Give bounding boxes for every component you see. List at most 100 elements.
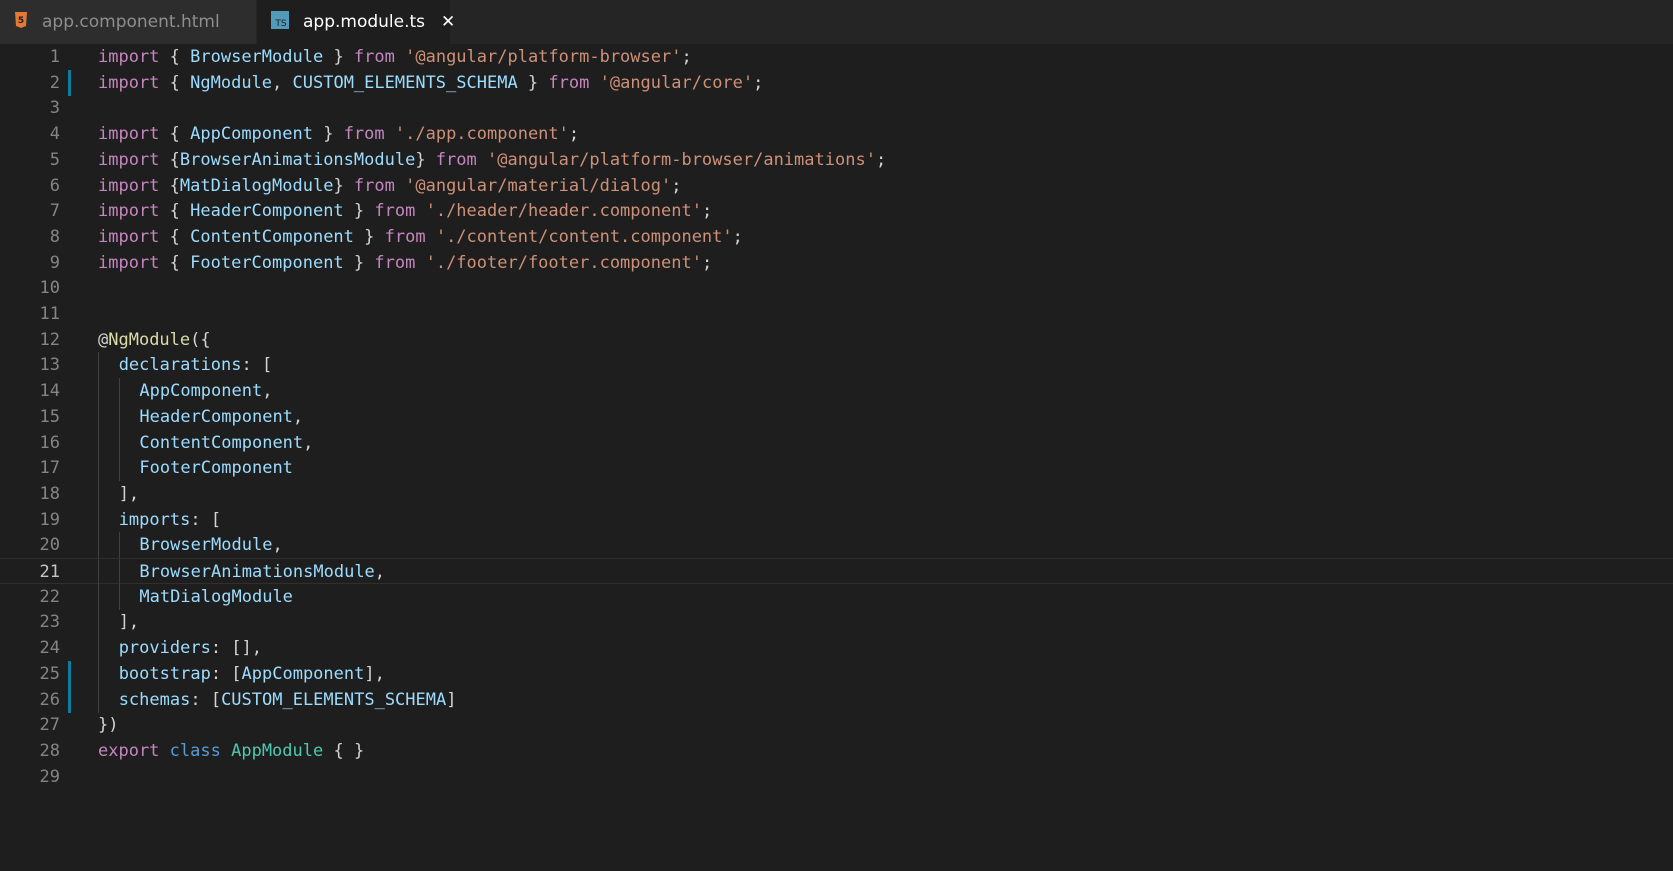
code-token: FooterComponent [139,458,293,479]
code-text[interactable]: providers: [], [119,635,262,661]
indent-guide [118,455,120,482]
code-line-17[interactable]: 17 FooterComponent [0,455,1673,482]
code-line-28[interactable]: 28 export class AppModule { } [0,738,1673,764]
code-line-4[interactable]: 4 import { AppComponent } from './app.com… [0,121,1673,147]
code-token: AppComponent [190,124,313,145]
code-token: ; [681,47,692,67]
code-text[interactable]: import { FooterComponent } from './foote… [98,250,712,276]
code-line-7[interactable]: 7 import { HeaderComponent } from './head… [0,198,1673,224]
code-line-27[interactable]: 27}) [0,712,1673,738]
code-line-23[interactable]: 23], [0,609,1673,636]
code-text[interactable]: ], [119,609,139,635]
code-token: from [353,47,395,67]
code-line-22[interactable]: 22 MatDialogModule [0,583,1673,610]
code-line-16[interactable]: 16 ContentComponent, [0,429,1673,456]
code-line-14[interactable]: 14 AppComponent, [0,378,1673,405]
code-line-5[interactable]: 5 import {BrowserAnimationsModule} from '… [0,147,1673,173]
code-text[interactable]: ContentComponent, [139,430,313,456]
code-editor[interactable]: 5 app.component.html TS app.module.ts ✕ … [0,0,1673,871]
indent-guide [98,532,99,559]
code-line-13[interactable]: 13 declarations: [ [0,352,1673,379]
indent-guide [98,506,99,533]
code-token: } [323,47,354,67]
code-text[interactable]: imports: [ [119,507,221,533]
code-token: '@angular/material/dialog' [405,175,672,196]
indent-guide [98,378,99,405]
code-text[interactable]: @NgModule({ [98,327,211,353]
code-text[interactable]: import { AppComponent } from './app.comp… [98,121,579,147]
html5-file-icon: 5 [14,11,28,34]
code-line-20[interactable]: 20 BrowserModule, [0,532,1673,559]
code-text[interactable]: export class AppModule { } [98,738,364,764]
code-token: }) [98,715,119,736]
code-text[interactable]: BrowserAnimationsModule, [139,559,385,585]
code-token: { } [323,740,365,761]
code-text[interactable]: ], [119,481,139,507]
code-token: { [159,72,191,93]
code-text[interactable]: AppComponent, [139,378,272,404]
code-line-29[interactable]: 29 [0,764,1673,790]
indent-guide [98,429,99,456]
code-token: { [159,226,191,247]
code-text[interactable]: schemas: [CUSTOM_ELEMENTS_SCHEMA] [119,687,457,713]
code-line-6[interactable]: 6 import {MatDialogModule} from '@angular… [0,173,1673,199]
code-text[interactable]: import { ContentComponent } from './cont… [98,224,743,250]
code-token: from [435,149,477,170]
code-token: './header/header.component' [425,201,702,222]
code-area[interactable]: 1 import { BrowserModule } from '@angular… [0,44,1673,871]
code-token: { [159,175,180,196]
code-token: '@angular/core' [599,72,754,93]
modified-line-gutter-marker[interactable] [68,660,71,687]
code-line-18[interactable]: 18], [0,480,1673,507]
code-token: from [374,201,416,222]
tab-app-module-ts[interactable]: TS app.module.ts ✕ [257,0,455,44]
code-line-15[interactable]: 15 HeaderComponent, [0,403,1673,430]
line-number: 12 [39,329,60,350]
indent-guide [98,559,99,585]
code-token: AppModule [231,740,324,761]
code-line-11[interactable]: 11 [0,301,1673,327]
code-text[interactable]: bootstrap: [AppComponent], [119,661,385,687]
tab-label: app.component.html [42,12,220,32]
code-token: , [262,381,273,402]
code-line-1[interactable]: 1 import { BrowserModule } from '@angular… [0,44,1673,70]
code-line-24[interactable]: 24 providers: [], [0,635,1673,662]
code-line-12[interactable]: 12 @NgModule({ [0,327,1673,353]
close-icon[interactable]: ✕ [441,12,455,32]
code-text[interactable]: FooterComponent [139,455,293,481]
tab-app-component-html[interactable]: 5 app.component.html [0,0,257,44]
code-line-8[interactable]: 8 import { ContentComponent } from './con… [0,224,1673,250]
code-line-26[interactable]: 26 schemas: [CUSTOM_ELEMENTS_SCHEMA] [0,686,1673,713]
code-line-25[interactable]: 25 bootstrap: [AppComponent], [0,660,1673,687]
code-text[interactable]: BrowserModule, [139,532,282,558]
code-line-9[interactable]: 9 import { FooterComponent } from './foot… [0,250,1673,276]
line-number: 20 [39,535,60,556]
code-line-3[interactable]: 3 [0,95,1673,121]
code-text[interactable]: import {MatDialogModule} from '@angular/… [98,173,681,199]
code-token: BrowserAnimationsModule [179,149,416,170]
modified-line-gutter-marker[interactable] [68,686,71,713]
code-token: } [333,175,354,196]
code-text[interactable]: import { HeaderComponent } from './heade… [98,198,712,224]
code-token: , [374,562,386,582]
code-line-10[interactable]: 10 [0,275,1673,301]
line-number: 22 [39,586,60,607]
code-text[interactable]: import { BrowserModule } from '@angular/… [98,44,692,70]
code-text[interactable]: HeaderComponent, [139,404,303,430]
code-line-19[interactable]: 19 imports: [ [0,506,1673,533]
code-text[interactable]: import { NgModule, CUSTOM_ELEMENTS_SCHEM… [98,70,763,96]
line-number: 13 [39,355,60,376]
code-text[interactable]: declarations: [ [119,352,273,378]
code-text[interactable]: import {BrowserAnimationsModule} from '@… [98,147,886,173]
line-number: 17 [39,458,60,479]
indent-guide [118,429,120,456]
modified-line-gutter-marker[interactable] [68,69,71,96]
code-line-2[interactable]: 2 import { NgModule, CUSTOM_ELEMENTS_SCHE… [0,69,1673,96]
code-token: : [ [190,509,222,530]
code-token: ; [732,226,743,247]
code-token: '@angular/platform-browser' [405,47,682,67]
code-line-21[interactable]: 21 BrowserAnimationsModule, [0,558,1673,585]
code-text[interactable]: MatDialogModule [139,584,293,610]
code-text[interactable]: }) [98,712,118,738]
indent-guide [118,403,120,430]
